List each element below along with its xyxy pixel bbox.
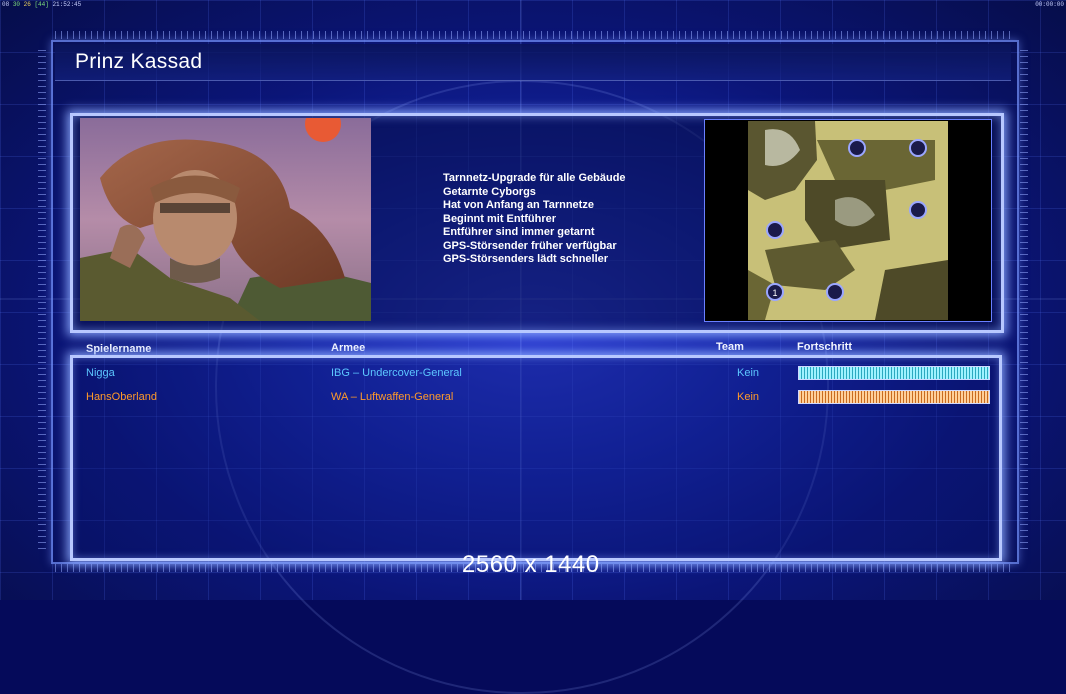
general-portrait: [80, 118, 371, 321]
player-army: WA – Luftwaffen-General: [331, 391, 454, 403]
debug-clock: 21:52:45: [52, 1, 82, 8]
resolution-overlay: 2560 x 1440: [462, 551, 600, 578]
left-ruler: [38, 50, 46, 550]
column-header-progress: Fortschritt: [797, 341, 852, 353]
general-features-list: Tarnnetz-Upgrade für alle Gebäude Getarn…: [443, 172, 626, 267]
right-ruler: [1020, 50, 1028, 550]
column-header-player: Spielername: [86, 343, 152, 355]
debug-value-c: 26: [23, 1, 31, 8]
debug-timer: 00:00:00: [1035, 1, 1064, 8]
feature-item: GPS-Störsenders lädt schneller: [443, 253, 609, 265]
player-list-panel: [70, 355, 1002, 561]
debug-value-a: 08: [2, 1, 10, 8]
feature-item: Hat von Anfang an Tarnnetze: [443, 199, 594, 211]
debug-topbar: 08 30 26 [44] 21:52:45 00:00:00: [0, 0, 1066, 10]
start-position-marker: 1: [772, 288, 777, 298]
player-team: Kein: [737, 391, 760, 403]
general-title: Prinz Kassad: [75, 50, 203, 73]
column-header-army: Armee: [331, 342, 366, 354]
feature-item: Entführer sind immer getarnt: [443, 226, 595, 238]
loading-progress-fill: [799, 391, 989, 403]
debug-value-b: 30: [12, 1, 21, 8]
player-name: Nigga: [86, 367, 115, 379]
player-name: HansOberland: [86, 391, 157, 403]
top-ruler: [55, 31, 1011, 39]
feature-item: Beginnt mit Entführer: [443, 212, 557, 225]
feature-item: Getarnte Cyborgs: [443, 185, 536, 198]
player-team: Kein: [737, 367, 760, 379]
loading-progress-fill: [799, 367, 989, 379]
loading-progress-bar: [798, 366, 990, 380]
loading-progress-bar: [798, 390, 990, 404]
feature-item: GPS-Störsender früher verfügbar: [443, 239, 617, 252]
player-army: IBG – Undercover-General: [331, 367, 462, 379]
debug-value-d: [44]: [34, 1, 49, 8]
feature-item: Tarnnetz-Upgrade für alle Gebäude: [443, 172, 626, 184]
column-header-team: Team: [716, 341, 744, 353]
map-preview: 1: [704, 119, 992, 322]
